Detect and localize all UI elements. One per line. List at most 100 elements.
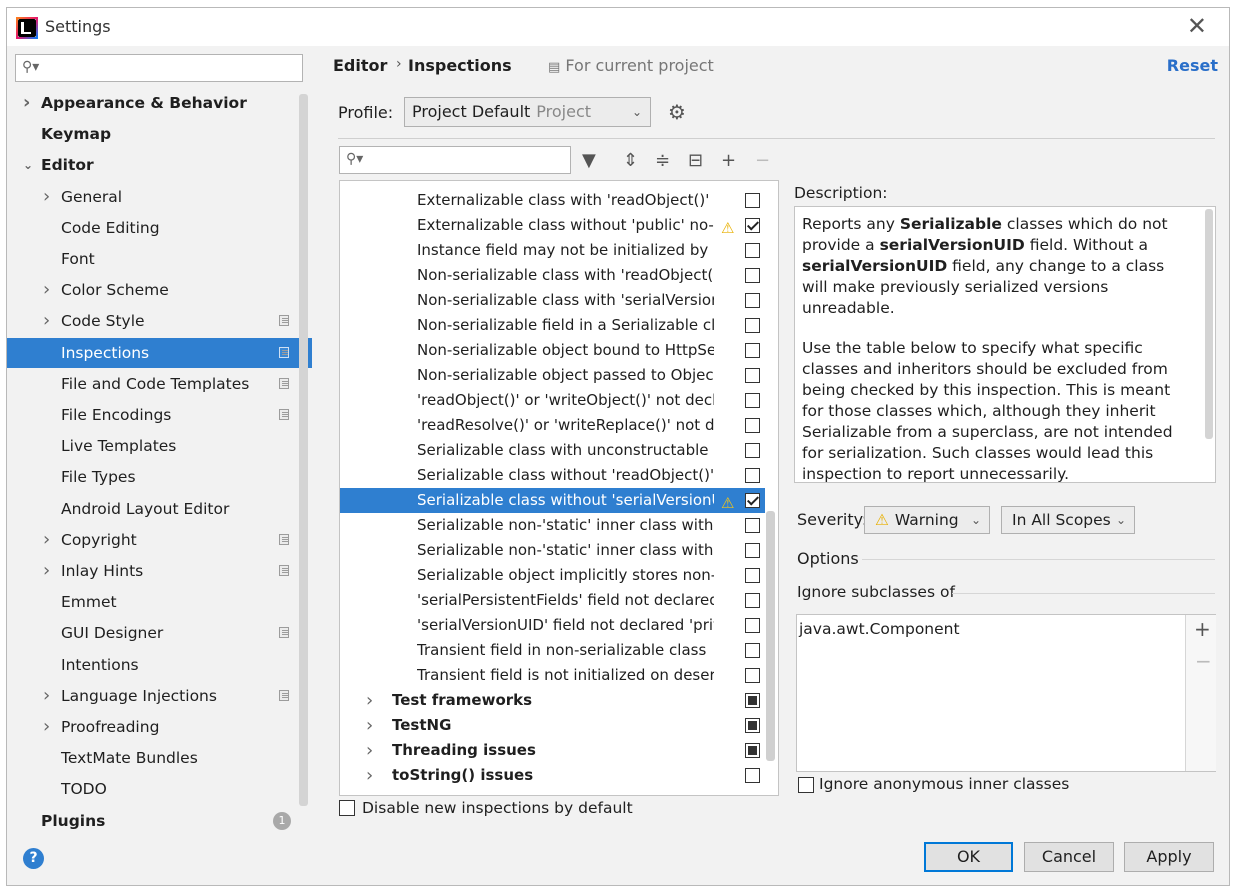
inspection-row[interactable]: Serializable non-'static' inner class wi…: [340, 513, 765, 538]
sidebar-item[interactable]: File Encodings: [7, 400, 312, 430]
inspection-checkbox[interactable]: [745, 493, 760, 508]
sidebar-item[interactable]: GUI Designer: [7, 618, 312, 648]
gear-icon[interactable]: ⚙: [668, 100, 686, 124]
inspection-row[interactable]: Non-serializable class with 'readObject(…: [340, 263, 765, 288]
ignore-anonymous-checkbox[interactable]: [798, 777, 814, 793]
inspection-group[interactable]: › TestNG: [340, 713, 765, 738]
inspection-group[interactable]: › Threading issues: [340, 738, 765, 763]
sidebar-item[interactable]: TextMate Bundles: [7, 743, 312, 773]
chevron-right-icon[interactable]: ›: [43, 182, 50, 212]
cancel-button[interactable]: Cancel: [1024, 842, 1114, 872]
sidebar-item[interactable]: TODO: [7, 774, 312, 804]
inspection-checkbox[interactable]: [745, 693, 760, 708]
sidebar-item[interactable]: Emmet: [7, 587, 312, 617]
inspection-row[interactable]: Non-serializable field in a Serializable…: [340, 313, 765, 338]
inspection-checkbox[interactable]: [745, 593, 760, 608]
disable-new-inspections-checkbox[interactable]: [339, 800, 355, 816]
inspection-checkbox[interactable]: [745, 393, 760, 408]
inspection-checkbox[interactable]: [745, 518, 760, 533]
sidebar-item[interactable]: Font: [7, 244, 312, 274]
inspection-checkbox[interactable]: [745, 543, 760, 558]
inspection-row[interactable]: Serializable class with unconstructable …: [340, 438, 765, 463]
expand-all-icon[interactable]: ⇕: [623, 150, 638, 171]
inspection-row[interactable]: Transient field in non-serializable clas…: [340, 638, 765, 663]
sidebar-item[interactable]: › Color Scheme: [7, 275, 312, 305]
inspection-row[interactable]: Externalizable class with 'readObject()'…: [340, 188, 765, 213]
chevron-right-icon[interactable]: ›: [43, 556, 50, 586]
inspection-row[interactable]: Transient field is not initialized on de…: [340, 663, 765, 688]
inspection-checkbox[interactable]: [745, 418, 760, 433]
chevron-right-icon[interactable]: ›: [43, 275, 50, 305]
sidebar-item[interactable]: File Types: [7, 462, 312, 492]
inspection-checkbox[interactable]: [745, 568, 760, 583]
inspection-checkbox[interactable]: [745, 193, 760, 208]
inspection-checkbox[interactable]: [745, 218, 760, 233]
chevron-right-icon[interactable]: ›: [366, 713, 373, 738]
inspection-row[interactable]: 'readResolve()' or 'writeReplace()' not …: [340, 413, 765, 438]
ok-button[interactable]: OK: [924, 842, 1013, 872]
inspection-checkbox[interactable]: [745, 368, 760, 383]
chevron-down-icon[interactable]: ⌄: [23, 150, 33, 180]
inspection-row[interactable]: Externalizable class without 'public' no…: [340, 213, 765, 238]
profile-dropdown[interactable]: Project Default Project ⌄: [404, 97, 651, 127]
inspection-group[interactable]: › toString() issues: [340, 763, 765, 788]
chevron-right-icon[interactable]: ›: [43, 306, 50, 336]
sidebar-item[interactable]: Live Templates: [7, 431, 312, 461]
inspection-row[interactable]: 'readObject()' or 'writeObject()' not de…: [340, 388, 765, 413]
inspection-row[interactable]: Non-serializable class with 'serialVersi…: [340, 288, 765, 313]
chevron-right-icon[interactable]: ›: [43, 712, 50, 742]
collapse-all-icon[interactable]: ≑: [655, 150, 670, 171]
inspection-row[interactable]: Non-serializable object bound to HttpSe: [340, 338, 765, 363]
sidebar-item[interactable]: › Proofreading: [7, 712, 312, 742]
inspection-checkbox[interactable]: [745, 293, 760, 308]
sidebar-item[interactable]: Keymap: [7, 119, 312, 149]
reset-to-empty-icon[interactable]: ⊟: [688, 150, 703, 171]
sidebar-item[interactable]: Android Layout Editor: [7, 494, 312, 524]
inspection-row[interactable]: Serializable object implicitly stores no…: [340, 563, 765, 588]
chevron-right-icon[interactable]: ›: [43, 681, 50, 711]
add-icon[interactable]: +: [721, 150, 736, 171]
chevron-right-icon[interactable]: ›: [43, 525, 50, 555]
settings-search-input[interactable]: ⚲▾: [15, 54, 303, 82]
sidebar-item[interactable]: File and Code Templates: [7, 369, 312, 399]
inspection-checkbox[interactable]: [745, 718, 760, 733]
sidebar-item[interactable]: Intentions: [7, 650, 312, 680]
inspection-row[interactable]: 'serialPersistentFields' field not decla…: [340, 588, 765, 613]
inspections-scrollbar[interactable]: [766, 511, 775, 761]
inspection-row[interactable]: Instance field may not be initialized by…: [340, 238, 765, 263]
inspections-search-input[interactable]: ⚲▾: [339, 146, 571, 174]
sidebar-scrollbar[interactable]: [299, 94, 308, 806]
sidebar-item[interactable]: › Inlay Hints: [7, 556, 312, 586]
inspection-checkbox[interactable]: [745, 768, 760, 783]
inspection-row[interactable]: Serializable class without 'readObject()…: [340, 463, 765, 488]
inspection-checkbox[interactable]: [745, 318, 760, 333]
chevron-right-icon[interactable]: ›: [366, 688, 373, 713]
inspection-checkbox[interactable]: [745, 243, 760, 258]
sidebar-item[interactable]: Plugins 1: [7, 806, 312, 836]
sidebar-item[interactable]: › Language Injections: [7, 681, 312, 711]
sidebar-item[interactable]: Inspections: [7, 337, 312, 368]
inspection-row[interactable]: Non-serializable object passed to Object: [340, 363, 765, 388]
inspection-row[interactable]: 'serialVersionUID' field not declared 'p…: [340, 613, 765, 638]
chevron-right-icon[interactable]: ›: [366, 738, 373, 763]
inspection-checkbox[interactable]: [745, 468, 760, 483]
inspection-checkbox[interactable]: [745, 743, 760, 758]
scope-dropdown[interactable]: In All Scopes ⌄: [1001, 506, 1135, 534]
inspection-checkbox[interactable]: [745, 343, 760, 358]
sidebar-item[interactable]: ⌄ Editor: [7, 150, 312, 180]
sidebar-item[interactable]: › Copyright: [7, 525, 312, 555]
sidebar-item[interactable]: › Code Style: [7, 306, 312, 336]
chevron-right-icon[interactable]: ›: [366, 763, 373, 788]
inspection-checkbox[interactable]: [745, 618, 760, 633]
add-class-icon[interactable]: +: [1194, 617, 1211, 641]
sidebar-item[interactable]: › General: [7, 182, 312, 212]
chevron-right-icon[interactable]: ›: [23, 88, 30, 118]
filter-icon[interactable]: ▼: [582, 150, 596, 171]
description-scrollbar[interactable]: [1205, 209, 1213, 439]
inspection-checkbox[interactable]: [745, 268, 760, 283]
close-icon[interactable]: ✕: [1187, 14, 1207, 38]
apply-button[interactable]: Apply: [1124, 842, 1214, 872]
sidebar-item[interactable]: › Appearance & Behavior: [7, 88, 312, 118]
reset-link[interactable]: Reset: [1167, 56, 1218, 75]
inspection-group[interactable]: › Test frameworks: [340, 688, 765, 713]
